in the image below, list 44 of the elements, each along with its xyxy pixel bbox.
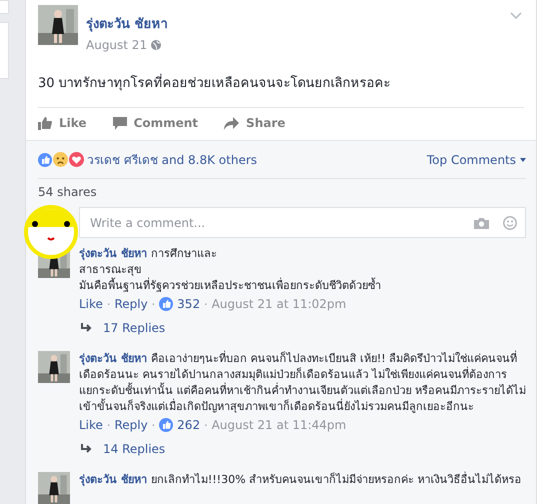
reply-link[interactable]: Reply	[114, 297, 148, 311]
share-arrow-icon	[224, 116, 240, 130]
globe-icon	[151, 40, 162, 50]
like-badge-icon	[38, 152, 52, 166]
separator: ·	[106, 298, 110, 310]
caret-icon	[520, 158, 526, 162]
sort-dropdown[interactable]: Top Comments	[426, 152, 526, 166]
post-text: 30 บาทรักษาทุกโรคที่คอยช่วยเหลือคนจนจะโดนยกเลิกหรอคะ	[38, 52, 524, 107]
side-card	[0, 0, 9, 14]
reply-link[interactable]: Reply	[114, 418, 148, 432]
like-link[interactable]: Like	[79, 418, 103, 432]
author-name[interactable]: รุ่งตะวัน ชัยหา	[86, 13, 168, 34]
like-badge-icon	[159, 297, 174, 311]
separator: ·	[152, 418, 156, 432]
like-count[interactable]: 262	[177, 418, 200, 432]
reply-arrow-icon	[81, 323, 93, 333]
separator: ·	[204, 418, 208, 432]
reply-arrow-icon	[81, 444, 93, 454]
chevron-down-icon[interactable]	[510, 12, 522, 20]
replies-link[interactable]: 14 Replies	[79, 432, 166, 464]
like-link[interactable]: Like	[79, 297, 103, 311]
comment-button[interactable]: Comment	[112, 116, 198, 130]
heart-badge-icon	[69, 152, 84, 167]
separator: ·	[152, 298, 156, 310]
replies-link[interactable]: 17 Replies	[79, 311, 166, 343]
comment-text: รุ่งตะวัน ชัยหา การศึกษาและ สาธารณะสุข มันคือพื้นฐานที่รัฐควรช่วยเหลือประชาชนเพื่อยกระดับชีวิตด้วยซ้ำ	[79, 246, 382, 294]
separator: ·	[106, 418, 110, 432]
sad-face-icon	[53, 152, 68, 167]
thumbs-up-icon	[38, 116, 52, 130]
smiley-icon[interactable]	[503, 216, 517, 230]
comment-input-field[interactable]: Write a comment...	[88, 214, 460, 230]
comment-box[interactable]: Write a comment...	[79, 207, 526, 238]
separator: ·	[204, 298, 208, 310]
share-button[interactable]: Share	[224, 116, 286, 130]
camera-icon[interactable]	[474, 216, 489, 228]
comment-text: รุ่งตะวัน ชัยหา ยกเลิกทำไม!!!30% สำหรับคนจนเขาก็ไม่มีจ่ายหรอกค่ะ หาเงินวิธีอื่นไม่ได้หรอ	[79, 472, 523, 488]
like-count[interactable]: 352	[177, 297, 200, 311]
side-card	[0, 22, 9, 79]
reactions-summary[interactable]: วรเดช ศรีเดช and 8.8K others	[87, 150, 427, 169]
shares-count[interactable]: 54 shares	[38, 179, 97, 207]
comment-text: รุ่งตะวัน ชัยหา คือเอาง่ายๆนะที่บอก คนจนก็ไปลงทะเบียนสิ เห้ย!! ลืมคิดรึป่าวไม่ใช่แค่คนจนที่เดือดร้อนนะ คนรายได้ปานกลางสมมุติแม่ป่วยก็เดือดร้อนแล้ว ไม่ใช่เพียงแค่คนจนที่ต้องการแยกระดับชั้นเท่านั้น แต่คือคนที่หาเช้ากินค่ำทำงานเจียนตัวแต่เลือกป่วย หรือคนมีภาระรายได้ไม่เข้าขั้นจนก็จริงแต่เมื่อเกิดปัญหาสุขภาพเขาก็เดือดร้อนนี่ยังไม่รวมคนมีลูกเยอะอีกนะ	[79, 351, 526, 415]
like-badge-icon	[159, 418, 174, 432]
like-button[interactable]: Like	[38, 116, 87, 130]
speech-bubble-icon	[112, 116, 127, 130]
